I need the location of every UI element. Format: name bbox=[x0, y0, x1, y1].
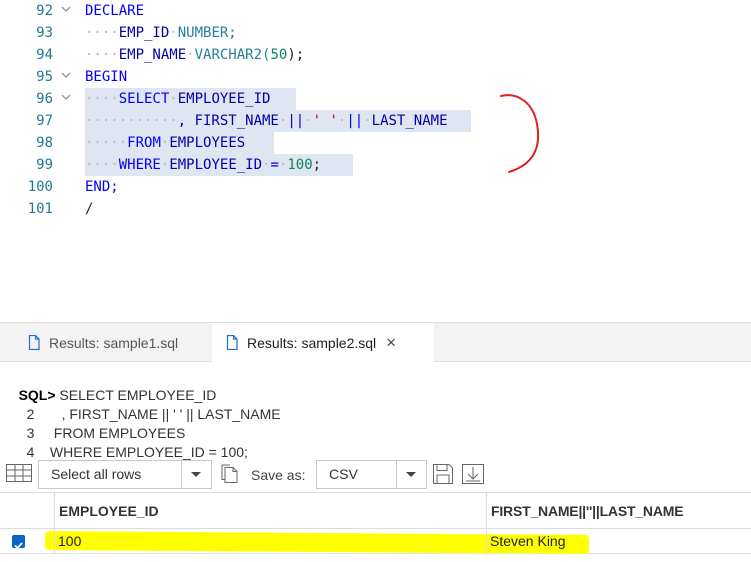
line-number: 92 bbox=[36, 3, 53, 19]
grid-header: EMPLOYEE_ID FIRST_NAME||''||LAST_NAME bbox=[0, 492, 751, 529]
code-editor[interactable]: 92 DECLARE 93 ····EMP_ID·NUMBER; 94 ····… bbox=[0, 0, 751, 322]
tab-results-sample1[interactable]: Results: sample1.sql bbox=[14, 323, 223, 362]
code-token: WHERE bbox=[118, 157, 161, 173]
tab-results-sample2[interactable]: Results: sample2.sql × bbox=[212, 323, 434, 362]
output-line-1: SQL> SELECT EMPLOYEE_ID bbox=[3, 365, 217, 403]
code-line-101[interactable]: 101 / bbox=[0, 198, 751, 220]
code-token: EMPLOYEES bbox=[169, 135, 246, 151]
caret-down-icon bbox=[406, 472, 416, 477]
output-line-3: 3 FROM EMPLOYEES bbox=[11, 403, 186, 441]
results-tab-bar: Results: sample1.sql Results: sample2.sq… bbox=[0, 322, 751, 362]
line-number: 100 bbox=[27, 179, 53, 195]
line-number: 97 bbox=[36, 113, 53, 129]
save-as-label: Save as: bbox=[251, 467, 306, 483]
dropdown-value: Select all rows bbox=[51, 466, 142, 482]
table-row[interactable]: 100 Steven King bbox=[0, 529, 751, 554]
line-number: 98 bbox=[36, 135, 53, 151]
code-token: SELECT bbox=[118, 91, 170, 107]
line-number: 94 bbox=[36, 47, 53, 63]
code-line-94[interactable]: 94 ····EMP_NAME·VARCHAR2(50); bbox=[0, 44, 751, 66]
column-header-full-name[interactable]: FIRST_NAME||''||LAST_NAME bbox=[486, 493, 751, 529]
column-header-employee-id[interactable]: EMPLOYEE_ID bbox=[54, 493, 486, 529]
tab-label: Results: sample1.sql bbox=[49, 334, 179, 351]
code-line-93[interactable]: 93 ····EMP_ID·NUMBER; bbox=[0, 22, 751, 44]
code-token: 100 bbox=[287, 157, 313, 173]
fold-chevron-icon[interactable] bbox=[61, 92, 71, 102]
document-icon bbox=[28, 335, 40, 350]
line-number: 96 bbox=[36, 91, 53, 107]
code-token: EMP_NAME bbox=[118, 47, 187, 63]
code-token: ); bbox=[287, 47, 305, 63]
dropdown-value: CSV bbox=[329, 466, 358, 482]
cell-full-name[interactable]: Steven King bbox=[486, 529, 751, 553]
code-line-96[interactable]: 96 ····SELECT·EMPLOYEE_ID bbox=[0, 88, 751, 110]
code-token: || bbox=[346, 113, 364, 129]
code-token: || bbox=[287, 113, 305, 129]
export-format-dropdown[interactable]: CSV bbox=[316, 460, 427, 489]
code-token: BEGIN bbox=[85, 69, 128, 85]
cell-employee-id[interactable]: 100 bbox=[54, 529, 486, 553]
dropdown-toggle[interactable] bbox=[181, 461, 211, 488]
red-bracket-annotation bbox=[500, 94, 540, 173]
tab-label: Results: sample2.sql bbox=[247, 334, 377, 351]
close-icon[interactable]: × bbox=[386, 333, 396, 353]
code-token: EMPLOYEE_ID bbox=[169, 157, 263, 173]
code-token: , FIRST_NAME bbox=[177, 113, 279, 129]
line-number: 95 bbox=[36, 69, 53, 85]
code-token: VARCHAR2( bbox=[194, 47, 271, 63]
output-line-2: 2 , FIRST_NAME || ' ' || LAST_NAME bbox=[11, 384, 281, 422]
code-line-100[interactable]: 100 END; bbox=[0, 176, 751, 198]
code-token: FROM bbox=[127, 135, 161, 151]
checkbox-checked-icon[interactable] bbox=[12, 535, 25, 550]
code-line-92[interactable]: 92 DECLARE bbox=[0, 0, 751, 22]
code-token: DECLARE bbox=[85, 3, 145, 19]
code-token: 50 bbox=[270, 47, 288, 63]
grid-view-icon[interactable] bbox=[6, 464, 32, 482]
copy-icon[interactable] bbox=[219, 464, 241, 484]
code-token: / bbox=[85, 201, 94, 217]
results-toolbar: Select all rows Save as: CSV bbox=[0, 456, 751, 492]
line-number: 93 bbox=[36, 25, 53, 41]
code-token: END; bbox=[85, 179, 119, 195]
code-line-99[interactable]: 99 ····WHERE·EMPLOYEE_ID·=·100; bbox=[0, 154, 751, 176]
header-checkbox-cell bbox=[0, 493, 54, 529]
fold-chevron-icon[interactable] bbox=[61, 70, 71, 80]
document-icon bbox=[226, 335, 238, 350]
results-grid: EMPLOYEE_ID FIRST_NAME||''||LAST_NAME 10… bbox=[0, 492, 751, 562]
code-token: LAST_NAME bbox=[371, 113, 448, 129]
code-token: NUMBER; bbox=[177, 25, 237, 41]
code-line-95[interactable]: 95 BEGIN bbox=[0, 66, 751, 88]
code-token: ; bbox=[312, 157, 322, 173]
code-token: ' ' bbox=[312, 113, 338, 129]
row-checkbox-cell[interactable] bbox=[0, 529, 54, 553]
row-selection-dropdown[interactable]: Select all rows bbox=[38, 460, 212, 489]
download-icon[interactable] bbox=[461, 463, 485, 485]
save-icon[interactable] bbox=[432, 463, 454, 485]
line-number: 99 bbox=[36, 157, 53, 173]
line-number: 101 bbox=[27, 201, 53, 217]
fold-chevron-icon[interactable] bbox=[61, 4, 71, 14]
code-line-98[interactable]: 98 ·····FROM·EMPLOYEES bbox=[0, 132, 751, 154]
code-token: EMP_ID bbox=[118, 25, 170, 41]
code-token: = bbox=[270, 157, 279, 173]
output-line-4: 4 WHERE EMPLOYEE_ID = 100; bbox=[11, 422, 248, 460]
dropdown-toggle[interactable] bbox=[396, 461, 426, 488]
caret-down-icon bbox=[191, 472, 201, 477]
code-line-97[interactable]: 97 ···········, FIRST_NAME·||·' '·||·LAS… bbox=[0, 110, 751, 132]
code-token: EMPLOYEE_ID bbox=[177, 91, 271, 107]
